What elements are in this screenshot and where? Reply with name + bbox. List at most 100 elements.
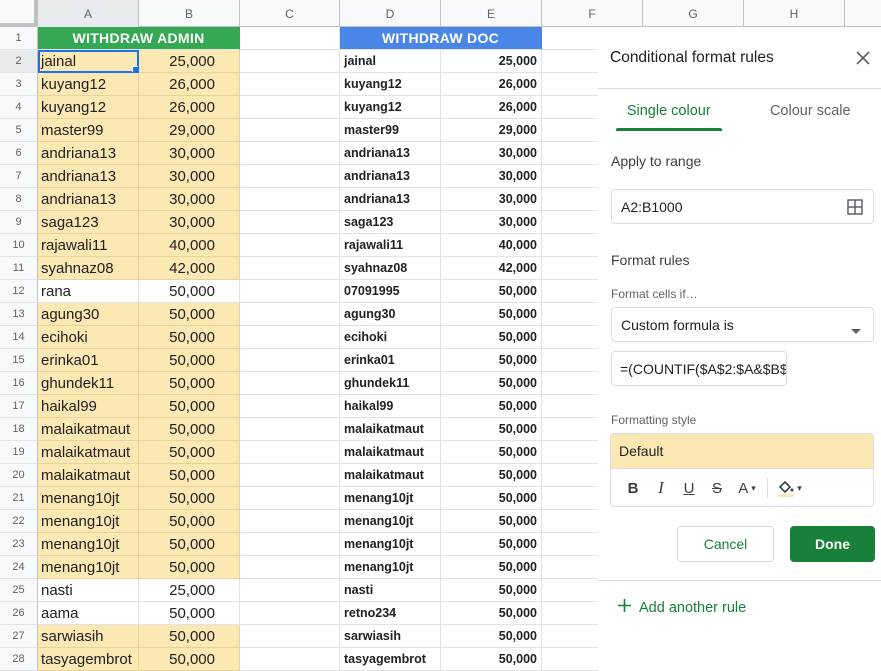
cell-admin-amount[interactable]: 25,000 xyxy=(139,50,240,73)
cell-doc-name[interactable]: erinka01 xyxy=(340,349,441,372)
cell-doc-name[interactable]: master99 xyxy=(340,119,441,142)
cell-doc-name[interactable]: andriana13 xyxy=(340,142,441,165)
cell-empty-c[interactable] xyxy=(240,510,340,533)
cell-admin-amount[interactable]: 50,000 xyxy=(139,395,240,418)
cell-f1[interactable] xyxy=(542,27,598,50)
cell-doc-name[interactable]: saga123 xyxy=(340,211,441,234)
cell-doc-name[interactable]: menang10jt xyxy=(340,533,441,556)
cell-empty-f[interactable] xyxy=(542,73,598,96)
cell-admin-amount[interactable]: 40,000 xyxy=(139,234,240,257)
row-number[interactable]: 23 xyxy=(0,533,38,556)
row-number[interactable]: 10 xyxy=(0,234,38,257)
cell-doc-amount[interactable]: 50,000 xyxy=(441,303,542,326)
cell-empty-c[interactable] xyxy=(240,556,340,579)
cell-admin-amount[interactable]: 50,000 xyxy=(139,510,240,533)
withdraw-admin-header[interactable]: WITHDRAW ADMIN xyxy=(38,27,240,50)
cell-empty-c[interactable] xyxy=(240,533,340,556)
cell-admin-amount[interactable]: 50,000 xyxy=(139,303,240,326)
cell-admin-name[interactable]: agung30 xyxy=(38,303,139,326)
cell-empty-f[interactable] xyxy=(542,257,598,280)
tab-colour-scale[interactable]: Colour scale xyxy=(740,91,881,131)
cell-doc-name[interactable]: rajawali11 xyxy=(340,234,441,257)
row-number[interactable]: 22 xyxy=(0,510,38,533)
cell-admin-name[interactable]: andriana13 xyxy=(38,142,139,165)
cell-admin-amount[interactable]: 50,000 xyxy=(139,326,240,349)
row-number[interactable]: 12 xyxy=(0,280,38,303)
column-header-c[interactable]: C xyxy=(240,0,340,27)
cell-empty-f[interactable] xyxy=(542,119,598,142)
grid-select-icon[interactable] xyxy=(847,199,863,218)
cell-admin-amount[interactable]: 30,000 xyxy=(139,142,240,165)
select-all-corner[interactable] xyxy=(0,0,38,27)
cell-empty-f[interactable] xyxy=(542,510,598,533)
cell-doc-amount[interactable]: 50,000 xyxy=(441,533,542,556)
cell-doc-name[interactable]: menang10jt xyxy=(340,510,441,533)
done-button[interactable]: Done xyxy=(790,526,875,562)
row-number[interactable]: 17 xyxy=(0,395,38,418)
cell-c1[interactable] xyxy=(240,27,340,50)
cell-empty-f[interactable] xyxy=(542,50,598,73)
cell-doc-amount[interactable]: 50,000 xyxy=(441,602,542,625)
row-number[interactable]: 15 xyxy=(0,349,38,372)
cell-doc-amount[interactable]: 50,000 xyxy=(441,556,542,579)
cell-doc-name[interactable]: sarwiasih xyxy=(340,625,441,648)
cell-doc-name[interactable]: haikal99 xyxy=(340,395,441,418)
cell-doc-name[interactable]: syahnaz08 xyxy=(340,257,441,280)
cell-admin-amount[interactable]: 50,000 xyxy=(139,487,240,510)
formula-input[interactable]: =(COUNTIF($A$2:$A&$B$ xyxy=(611,351,787,386)
cell-admin-amount[interactable]: 50,000 xyxy=(139,280,240,303)
selected-cell-a2[interactable]: jainal xyxy=(38,50,139,73)
column-header-d[interactable]: D xyxy=(340,0,441,27)
cell-admin-name[interactable]: menang10jt xyxy=(38,510,139,533)
column-header-f[interactable]: F xyxy=(542,0,643,27)
row-number[interactable]: 20 xyxy=(0,464,38,487)
close-icon[interactable] xyxy=(853,48,873,68)
cell-admin-name[interactable]: andriana13 xyxy=(38,165,139,188)
cell-empty-c[interactable] xyxy=(240,625,340,648)
cell-empty-c[interactable] xyxy=(240,487,340,510)
cell-admin-amount[interactable]: 29,000 xyxy=(139,119,240,142)
cell-empty-c[interactable] xyxy=(240,96,340,119)
cell-doc-name[interactable]: menang10jt xyxy=(340,487,441,510)
cell-doc-name[interactable]: andriana13 xyxy=(340,165,441,188)
italic-icon[interactable]: I xyxy=(647,474,675,502)
cell-admin-name[interactable]: kuyang12 xyxy=(38,96,139,119)
cell-empty-c[interactable] xyxy=(240,280,340,303)
cell-empty-f[interactable] xyxy=(542,326,598,349)
cell-doc-amount[interactable]: 50,000 xyxy=(441,510,542,533)
cell-doc-amount[interactable]: 50,000 xyxy=(441,441,542,464)
cell-doc-amount[interactable]: 29,000 xyxy=(441,119,542,142)
cell-admin-name[interactable]: ghundek11 xyxy=(38,372,139,395)
cell-admin-amount[interactable]: 50,000 xyxy=(139,372,240,395)
cell-doc-name[interactable]: malaikatmaut xyxy=(340,464,441,487)
cell-empty-c[interactable] xyxy=(240,188,340,211)
row-number[interactable]: 5 xyxy=(0,119,38,142)
cell-empty-c[interactable] xyxy=(240,349,340,372)
cell-empty-c[interactable] xyxy=(240,372,340,395)
column-header-g[interactable]: G xyxy=(643,0,744,27)
cell-doc-name[interactable]: agung30 xyxy=(340,303,441,326)
cell-admin-name[interactable]: andriana13 xyxy=(38,188,139,211)
cell-empty-f[interactable] xyxy=(542,602,598,625)
cell-empty-f[interactable] xyxy=(542,372,598,395)
strikethrough-icon[interactable]: S xyxy=(703,474,731,502)
cell-admin-name[interactable]: rana xyxy=(38,280,139,303)
column-header-h[interactable]: H xyxy=(744,0,845,27)
row-number[interactable]: 18 xyxy=(0,418,38,441)
add-another-rule-button[interactable]: Add another rule xyxy=(618,599,746,616)
row-number[interactable]: 2 xyxy=(0,50,38,73)
cell-empty-c[interactable] xyxy=(240,165,340,188)
cell-empty-c[interactable] xyxy=(240,257,340,280)
row-number[interactable]: 11 xyxy=(0,257,38,280)
cell-doc-amount[interactable]: 50,000 xyxy=(441,579,542,602)
cell-doc-name[interactable]: kuyang12 xyxy=(340,96,441,119)
cell-doc-amount[interactable]: 30,000 xyxy=(441,142,542,165)
cell-doc-name[interactable]: nasti xyxy=(340,579,441,602)
row-number[interactable]: 6 xyxy=(0,142,38,165)
cell-empty-c[interactable] xyxy=(240,418,340,441)
row-number[interactable]: 9 xyxy=(0,211,38,234)
cell-doc-amount[interactable]: 26,000 xyxy=(441,73,542,96)
cell-empty-f[interactable] xyxy=(542,533,598,556)
row-number[interactable]: 16 xyxy=(0,372,38,395)
column-header-b[interactable]: B xyxy=(139,0,240,27)
